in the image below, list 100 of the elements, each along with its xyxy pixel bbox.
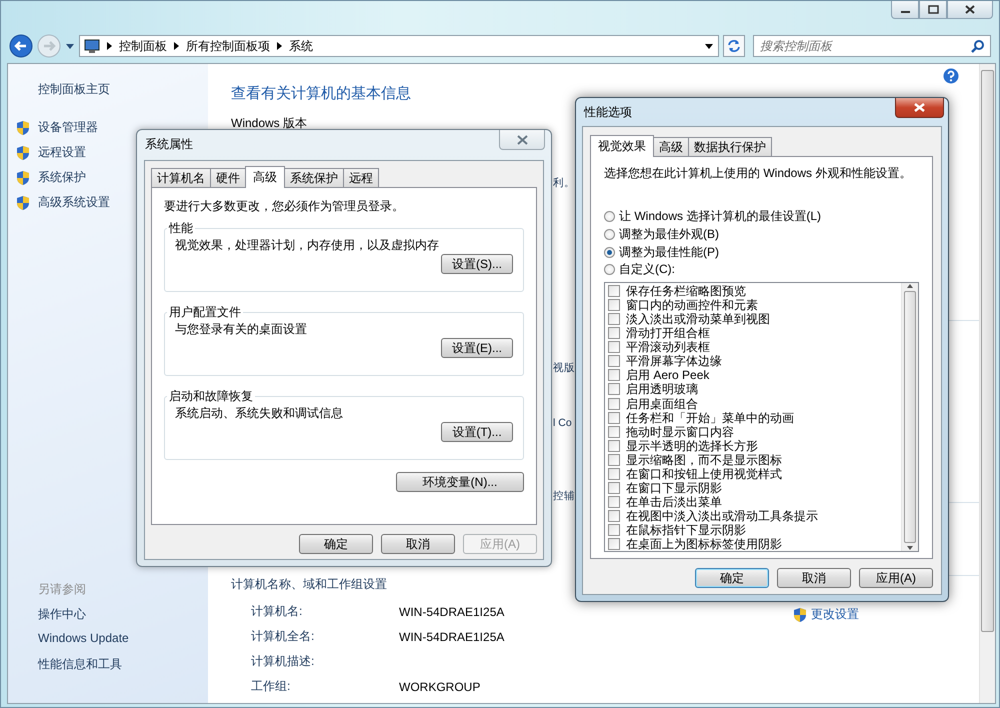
checkbox[interactable] [608,298,620,311]
checkbox-label[interactable]: 启用透明玻璃 [626,382,698,396]
dropdown-icon[interactable] [704,42,714,50]
checkbox-label[interactable]: 平滑滚动列表框 [626,340,710,354]
group-title: 性能 [168,220,194,237]
dialog-button[interactable]: 取消 [777,568,851,588]
checkbox[interactable] [608,426,620,438]
checkbox-label[interactable]: 在窗口和按钮上使用视觉样式 [626,467,782,482]
tab[interactable]: 视觉效果 [590,135,654,157]
sidebar-link[interactable]: 控制面板主页 [38,81,208,98]
checkbox[interactable] [608,454,620,466]
chevron-icon[interactable] [106,41,113,51]
sidebar-link[interactable]: 操作中心 [38,607,86,621]
checkbox-label[interactable]: 滑动打开组合框 [626,326,710,340]
checkbox[interactable] [608,440,620,452]
checkbox-label[interactable]: 在窗口下显示阴影 [626,481,722,496]
minimize-button[interactable] [891,1,919,19]
checkbox-label[interactable]: 淡入淡出或滑动菜单到视图 [626,312,770,326]
search-icon[interactable] [971,39,985,53]
checkbox[interactable] [608,496,620,508]
checkbox-label[interactable]: 在单击后淡出菜单 [626,495,722,510]
maximize-button[interactable] [919,1,947,19]
checkbox[interactable] [608,482,620,494]
checkbox[interactable] [608,468,620,480]
sidebar-link[interactable]: 系统保护 [38,169,86,186]
radio-label[interactable]: 调整为最佳性能(P) [619,244,719,261]
chevron-icon[interactable] [173,41,180,51]
scrollbar[interactable] [901,282,918,551]
checkbox-label[interactable]: 启用桌面组合 [626,396,698,411]
sidebar-link[interactable]: 设备管理器 [38,119,98,136]
checkbox-label[interactable]: 拖动时显示窗口内容 [626,424,734,439]
down-arrow-icon [906,544,914,551]
sidebar-link[interactable]: Windows Update [38,631,129,645]
checkbox-label[interactable]: 在鼠标指针下显示阴影 [626,523,746,538]
checkbox[interactable] [608,355,620,368]
breadcrumb[interactable]: 所有控制面板项 [186,38,270,54]
help-icon[interactable] [943,68,959,84]
partial-text: l Co [553,417,572,431]
dialog-button[interactable]: 取消 [381,534,455,554]
back-button[interactable] [9,34,33,58]
checkbox[interactable] [608,284,620,297]
radio-label[interactable]: 让 Windows 选择计算机的最佳设置(L) [619,208,822,226]
checkbox-label[interactable]: 平滑屏幕字体边缘 [626,354,722,368]
checkbox[interactable] [608,327,620,340]
shield-icon [16,194,30,210]
dialog-button[interactable]: 确定 [299,534,373,554]
checkbox-label[interactable]: 保存任务栏缩略图预览 [626,284,746,298]
checkbox-label[interactable]: 启用 Aero Peek [626,368,710,382]
radio-button[interactable] [604,229,615,240]
close-button[interactable] [947,1,993,19]
chevron-icon[interactable] [276,41,283,51]
group-description: 视觉效果，处理器计划，内存使用，以及虚拟内存 [175,237,440,254]
checkbox-label[interactable]: 在桌面上为图标标签使用阴影 [626,537,782,552]
tab[interactable]: 高级 [653,137,689,156]
environment-variables-button[interactable]: 环境变量(N)... [396,472,524,492]
tab[interactable]: 计算机名 [151,168,211,187]
checkbox[interactable] [608,369,620,382]
sidebar-link[interactable]: 远程设置 [38,144,86,161]
checkbox[interactable] [608,524,620,536]
checkbox[interactable] [608,312,620,325]
tab[interactable]: 高级 [245,166,285,188]
search-field[interactable]: 搜索控制面板 [753,35,991,57]
tab[interactable]: 数据执行保护 [688,137,772,156]
radio-button[interactable] [604,264,615,276]
tab[interactable]: 系统保护 [284,168,344,187]
scrollbar[interactable] [979,64,995,703]
dropdown-icon[interactable] [65,42,75,50]
breadcrumb[interactable]: 控制面板 [119,38,167,54]
section-heading: 计算机名称、域和工作组设置 [231,576,387,593]
checkbox-label[interactable]: 窗口内的动画控件和元素 [626,298,758,312]
sidebar-link[interactable]: 高级系统设置 [38,194,110,211]
checkbox[interactable] [608,412,620,424]
address-bar[interactable]: 控制面板 所有控制面板项 系统 [79,35,719,57]
checkbox[interactable] [608,538,620,550]
checkbox-label[interactable]: 任务栏和「开始」菜单中的动画 [626,410,794,425]
partial-text: 视版 [553,361,575,375]
dialog-button[interactable]: 确定 [695,568,769,588]
radio-button[interactable] [604,246,615,258]
refresh-button[interactable] [723,35,745,57]
settings-button[interactable]: 设置(S)... [441,254,513,274]
checkbox[interactable] [608,510,620,522]
sidebar-link[interactable]: 性能信息和工具 [38,657,122,671]
radio-button[interactable] [604,211,615,222]
radio-label[interactable]: 调整为最佳外观(B) [619,226,719,244]
dialog-button[interactable]: 应用(A) [859,568,933,588]
tab[interactable]: 硬件 [210,168,246,187]
group-title: 用户配置文件 [168,304,242,321]
breadcrumb[interactable]: 系统 [289,38,313,54]
checkbox-label[interactable]: 显示缩略图，而不是显示图标 [626,452,782,467]
checkbox[interactable] [608,383,620,396]
settings-button[interactable]: 设置(E)... [441,338,513,358]
settings-button[interactable]: 设置(T)... [441,422,513,442]
checkbox-label[interactable]: 显示半透明的选择长方形 [626,438,758,453]
close-button[interactable] [895,98,944,118]
change-settings-link[interactable]: 更改设置 [811,606,859,623]
tab[interactable]: 远程 [343,168,379,187]
radio-label[interactable]: 自定义(C): [619,261,675,278]
checkbox-label[interactable]: 在视图中淡入淡出或滑动工具条提示 [626,509,818,524]
checkbox[interactable] [608,398,620,410]
checkbox[interactable] [608,341,620,354]
